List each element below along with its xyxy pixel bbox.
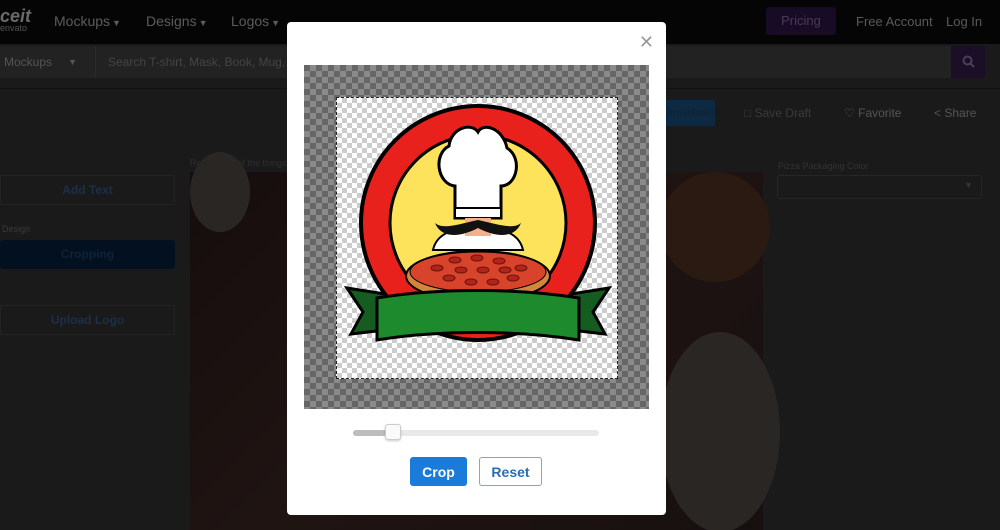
crop-selection[interactable] bbox=[336, 97, 618, 379]
zoom-slider[interactable] bbox=[353, 424, 599, 440]
ribbon-banner bbox=[375, 289, 581, 342]
close-icon[interactable]: ✕ bbox=[639, 32, 654, 53]
page: ceit envato Mockups ▼ Designs ▼ Logos ▼ Pri… bbox=[0, 0, 1000, 530]
crop-canvas[interactable] bbox=[304, 65, 649, 409]
hat-band bbox=[454, 207, 502, 219]
pizza-chef-logo bbox=[343, 104, 613, 342]
crop-button[interactable]: Crop bbox=[410, 457, 467, 486]
slider-thumb[interactable] bbox=[385, 424, 402, 440]
crop-modal: ✕ Crop Reset bbox=[287, 22, 666, 515]
reset-button[interactable]: Reset bbox=[479, 457, 542, 486]
